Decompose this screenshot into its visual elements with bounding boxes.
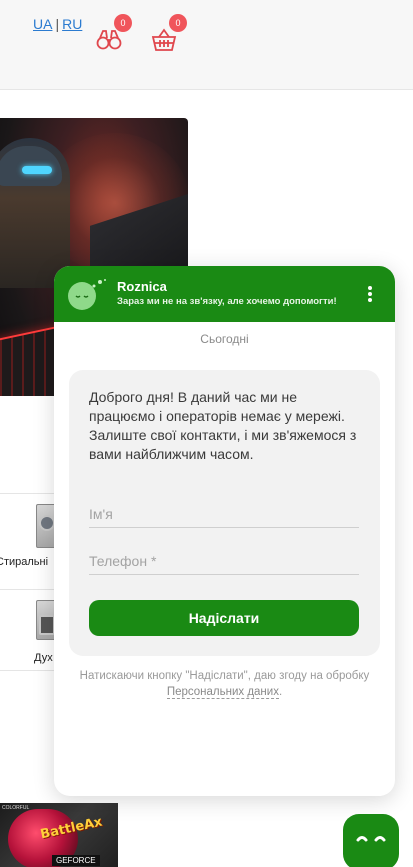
page: UA | RU 0 0 Стиральні Дух COLORFUL Battl… bbox=[0, 0, 413, 867]
date-divider: Сьогодні bbox=[200, 332, 249, 346]
site-header: UA | RU 0 0 bbox=[0, 0, 413, 90]
sparkle-icon bbox=[92, 279, 106, 288]
chat-title: Roznica bbox=[117, 279, 167, 294]
compare-count-badge: 0 bbox=[114, 14, 132, 32]
product-badge: GEFORCE bbox=[52, 855, 100, 866]
banner-visor bbox=[22, 166, 52, 174]
chat-status-subtitle: Зараз ми не на зв'язку, але хочемо допом… bbox=[117, 296, 337, 307]
name-input[interactable] bbox=[89, 500, 359, 527]
product-image-graphics-card[interactable]: COLORFUL BattleAx GEFORCE bbox=[0, 803, 118, 867]
consent-end: . bbox=[278, 686, 283, 698]
offline-form-card: Доброго дня! В даний час ми не працюємо … bbox=[69, 370, 380, 656]
category-washing-machines[interactable]: Стиральні bbox=[0, 493, 60, 571]
category-label: Дух bbox=[34, 652, 53, 664]
binoculars-icon bbox=[96, 30, 122, 50]
consent-note: Натискаючи кнопку "Надіслати", даю згоду… bbox=[74, 668, 375, 700]
lang-ua-link[interactable]: UA bbox=[33, 16, 52, 32]
name-field[interactable] bbox=[89, 500, 359, 528]
basket-icon bbox=[151, 28, 177, 51]
category-label: Стиральні bbox=[0, 556, 49, 568]
phone-input[interactable] bbox=[89, 547, 359, 574]
personal-data-link[interactable]: Персональних даних bbox=[166, 686, 279, 699]
chat-widget: Roznica Зараз ми не на зв'язку, але хоче… bbox=[54, 266, 395, 796]
chat-header: Roznica Зараз ми не на зв'язку, але хоче… bbox=[54, 266, 395, 322]
offline-message: Доброго дня! В даний час ми не працюємо … bbox=[89, 389, 357, 462]
lang-ru-link[interactable]: RU bbox=[62, 16, 82, 32]
product-brand: COLORFUL bbox=[2, 805, 30, 811]
lang-separator: | bbox=[55, 16, 60, 32]
chat-launcher-button[interactable] bbox=[343, 814, 399, 867]
chat-menu-icon[interactable] bbox=[365, 286, 375, 304]
category-ovens[interactable]: Дух bbox=[0, 589, 60, 671]
chat-face-icon bbox=[356, 836, 386, 842]
cart-button[interactable]: 0 bbox=[151, 14, 187, 52]
chat-body: Сьогодні Доброго дня! В даний час ми не … bbox=[54, 322, 395, 796]
phone-field[interactable] bbox=[89, 547, 359, 575]
compare-button[interactable]: 0 bbox=[96, 14, 132, 52]
language-switcher: UA | RU bbox=[33, 16, 82, 32]
cart-count-badge: 0 bbox=[169, 14, 187, 32]
consent-text: Натискаючи кнопку "Надіслати", даю згоду… bbox=[79, 670, 370, 682]
send-button[interactable]: Надіслати bbox=[89, 600, 359, 636]
